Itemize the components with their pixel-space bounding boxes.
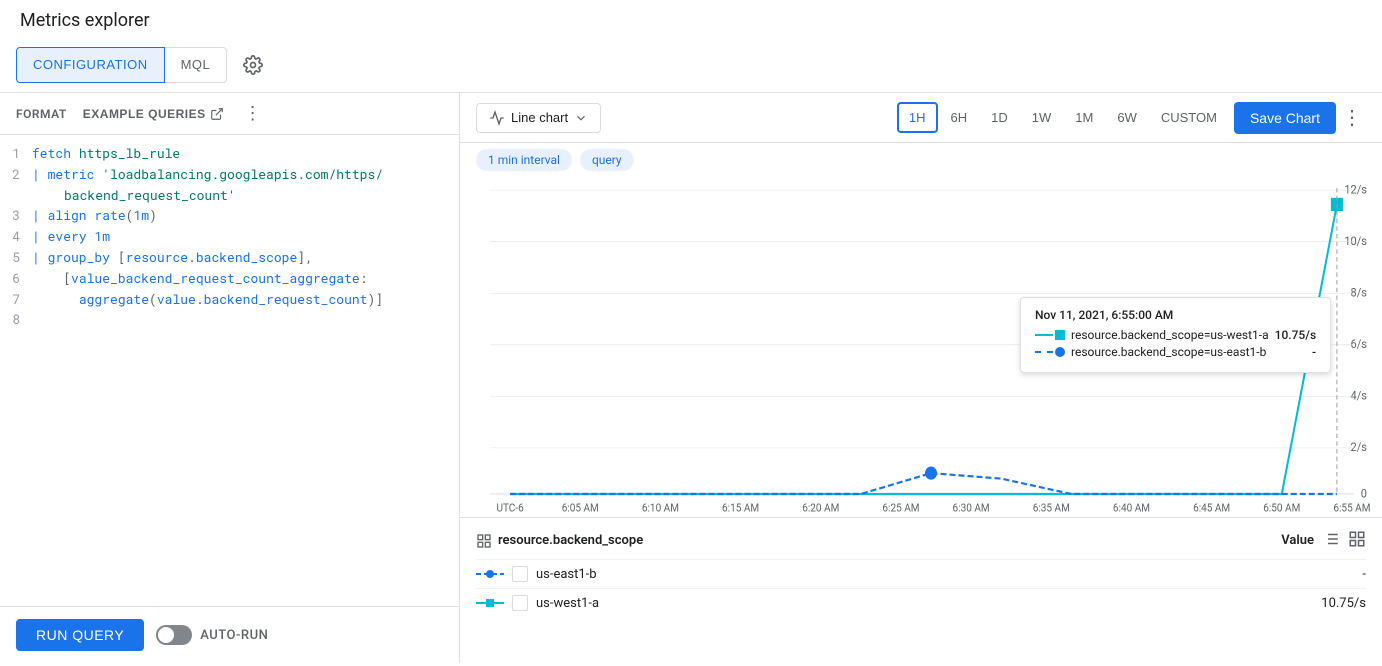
example-queries-label: EXAMPLE QUERIES [83, 107, 206, 121]
example-queries-btn[interactable]: EXAMPLE QUERIES [83, 107, 224, 121]
format-label: FORMAT [16, 107, 67, 121]
dropdown-chevron-icon [574, 111, 588, 125]
line-num-6: 6 [0, 268, 32, 289]
code-line-1: 1 fetch https_lb_rule [0, 143, 459, 164]
auto-run-label: AUTO-RUN [200, 628, 268, 643]
tag-interval[interactable]: 1 min interval [476, 149, 572, 171]
legend-row-west: us-west1-a 10.75/s [476, 588, 1366, 617]
toggle-knob [158, 627, 174, 643]
svg-text:6:30 AM: 6:30 AM [953, 501, 990, 515]
line-num-2: 2 [0, 164, 32, 185]
chart-more-options-btn[interactable]: ⋮ [1338, 101, 1366, 134]
legend-column-toggle[interactable] [1348, 530, 1366, 551]
legend-checkbox-east[interactable] [512, 566, 528, 582]
svg-text:0: 0 [1361, 486, 1367, 501]
left-panel-kebab-btn[interactable]: ⋮ [240, 101, 266, 126]
legend-line-teal-solid [476, 596, 504, 610]
code-line-3: 3 | align rate(1m) [0, 205, 459, 226]
svg-text:4/s: 4/s [1351, 388, 1367, 403]
svg-text:6:05 AM: 6:05 AM [562, 501, 599, 515]
svg-text:10/s: 10/s [1344, 234, 1367, 249]
save-chart-button[interactable]: Save Chart [1234, 102, 1336, 134]
legend-title-text: resource.backend_scope [498, 533, 643, 548]
code-line-2: 2 | metric 'loadbalancing.googleapis.com… [0, 164, 459, 206]
left-panel-footer: RUN QUERY AUTO-RUN [0, 606, 459, 663]
legend-grid-toggle[interactable] [1322, 530, 1340, 551]
svg-text:UTC-6: UTC-6 [496, 501, 523, 515]
line-num-1: 1 [0, 143, 32, 164]
chart-legend-panel: resource.backend_scope Value [460, 517, 1382, 625]
left-panel-header: FORMAT EXAMPLE QUERIES ⋮ [0, 93, 459, 135]
time-btn-1w[interactable]: 1W [1021, 103, 1063, 132]
legend-value-label: Value [1281, 533, 1314, 548]
svg-text:6:15 AM: 6:15 AM [722, 501, 759, 515]
line-num-4: 4 [0, 226, 32, 247]
tag-query[interactable]: query [580, 149, 634, 171]
settings-gear-icon[interactable] [235, 47, 271, 83]
main-container: CONFIGURATION MQL FORMAT EXAMPLE QUERIES… [0, 37, 1382, 663]
right-panel: Line chart 1H 6H 1D 1W 1M 6W CUSTOM Save… [460, 93, 1382, 663]
legend-val-east: - [1362, 567, 1366, 582]
time-btn-custom[interactable]: CUSTOM [1150, 103, 1228, 132]
auto-run-container: AUTO-RUN [156, 625, 268, 645]
chart-tags: 1 min interval query [460, 143, 1382, 177]
svg-text:6:50 AM: 6:50 AM [1263, 501, 1300, 515]
chart-area: 12/s 10/s 8/s 6/s 4/s 2/s 0 [460, 177, 1382, 517]
code-line-8: 8 [0, 309, 459, 330]
left-panel: FORMAT EXAMPLE QUERIES ⋮ 1 fetch https_l… [0, 93, 460, 663]
svg-text:6:20 AM: 6:20 AM [802, 501, 839, 515]
line-num-8: 8 [0, 309, 32, 330]
line-num-3: 3 [0, 205, 32, 226]
chart-type-label: Line chart [511, 110, 568, 125]
code-editor[interactable]: 1 fetch https_lb_rule 2 | metric 'loadba… [0, 135, 459, 606]
line-num-5: 5 [0, 247, 32, 268]
app-title: Metrics explorer [0, 0, 1382, 37]
legend-header: resource.backend_scope Value [476, 526, 1366, 559]
time-btn-6h[interactable]: 6H [940, 103, 979, 132]
svg-text:6:55 AM: 6:55 AM [1333, 501, 1370, 515]
legend-name-west: us-west1-a [536, 596, 1313, 611]
chart-top-bar: Line chart 1H 6H 1D 1W 1M 6W CUSTOM Save… [460, 93, 1382, 143]
run-query-button[interactable]: RUN QUERY [16, 619, 144, 651]
svg-text:6:40 AM: 6:40 AM [1113, 501, 1150, 515]
time-range-group: 1H 6H 1D 1W 1M 6W CUSTOM Save Chart ⋮ [897, 101, 1366, 134]
tab-configuration[interactable]: CONFIGURATION [16, 47, 165, 83]
svg-text:6:35 AM: 6:35 AM [1033, 501, 1070, 515]
svg-text:6:45 AM: 6:45 AM [1193, 501, 1230, 515]
tab-group: CONFIGURATION MQL [16, 47, 227, 83]
auto-run-toggle[interactable] [156, 625, 192, 645]
legend-grid-icon [476, 533, 492, 549]
legend-val-west: 10.75/s [1321, 596, 1366, 611]
legend-checkbox-west[interactable] [512, 595, 528, 611]
svg-text:6:25 AM: 6:25 AM [882, 501, 919, 515]
line-chart-icon [489, 110, 505, 126]
legend-title: resource.backend_scope [476, 533, 643, 549]
chart-svg: 12/s 10/s 8/s 6/s 4/s 2/s 0 [460, 177, 1382, 517]
content-area: FORMAT EXAMPLE QUERIES ⋮ 1 fetch https_l… [0, 93, 1382, 663]
svg-text:6/s: 6/s [1351, 337, 1367, 352]
external-link-icon [210, 107, 224, 121]
svg-text:6:10 AM: 6:10 AM [642, 501, 679, 515]
legend-row-east: us-east1-b - [476, 559, 1366, 588]
code-line-4: 4 | every 1m [0, 226, 459, 247]
code-line-5: 5 | group_by [resource.backend_scope], [0, 247, 459, 268]
top-bar: CONFIGURATION MQL [0, 37, 1382, 93]
legend-line-blue-dash [476, 567, 504, 581]
legend-name-east: us-east1-b [536, 567, 1354, 582]
chart-type-dropdown[interactable]: Line chart [476, 103, 601, 133]
time-btn-1d[interactable]: 1D [980, 103, 1019, 132]
time-btn-6w[interactable]: 6W [1106, 103, 1148, 132]
code-line-6: 6 [value_backend_request_count_aggregate… [0, 268, 459, 289]
line-num-7: 7 [0, 289, 32, 310]
svg-text:8/s: 8/s [1351, 285, 1367, 300]
code-line-7: 7 aggregate(value.backend_request_count)… [0, 289, 459, 310]
time-btn-1h[interactable]: 1H [897, 102, 938, 133]
time-btn-1m[interactable]: 1M [1064, 103, 1104, 132]
svg-text:12/s: 12/s [1344, 182, 1367, 197]
svg-text:2/s: 2/s [1351, 440, 1367, 455]
tab-mql[interactable]: MQL [165, 47, 228, 83]
